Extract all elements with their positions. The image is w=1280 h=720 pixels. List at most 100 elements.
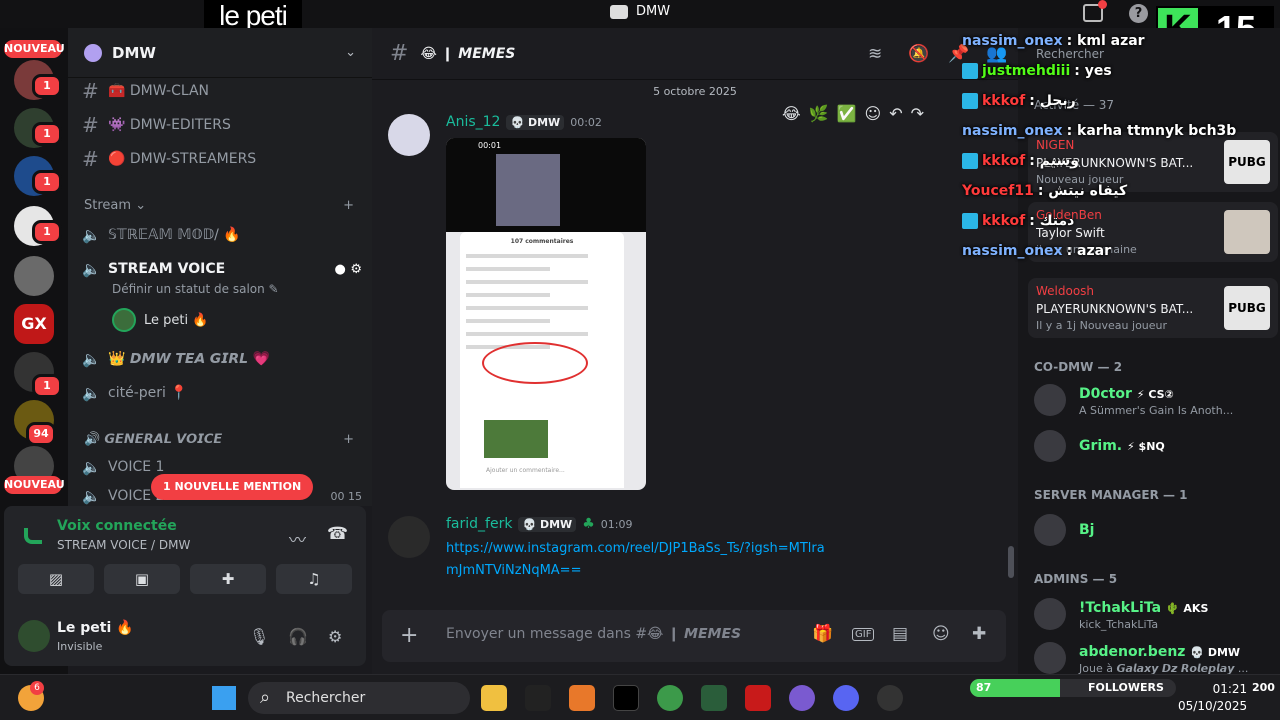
- guild-flower-icon: [84, 43, 102, 62]
- server-icon[interactable]: [14, 256, 54, 296]
- reply-icon[interactable]: ↶: [889, 104, 902, 123]
- gamepad-icon[interactable]: ✚: [972, 624, 986, 644]
- member-item[interactable]: Bj: [1034, 514, 1274, 556]
- noise-suppression-icon[interactable]: 〰: [289, 526, 306, 551]
- message-link[interactable]: https://www.instagram.com/reel/DJP1BaSs_…: [446, 538, 826, 582]
- category-general-voice[interactable]: 🔊 𝙂𝙀𝙉𝙀𝙍𝘼𝙇 𝙑𝙊𝙄𝘾𝙀 +: [84, 432, 354, 447]
- server-badge: 1: [32, 122, 62, 146]
- speaker-icon: 🔈: [82, 350, 101, 368]
- avatar[interactable]: [388, 114, 430, 156]
- activities-button[interactable]: ✚: [190, 564, 266, 594]
- voice-status-prompt[interactable]: Définir un statut de salon ✎: [112, 282, 279, 296]
- app-icon[interactable]: [569, 685, 595, 711]
- reaction-icon[interactable]: 🌿: [809, 104, 829, 123]
- app-icon[interactable]: [789, 685, 815, 711]
- voice-channel-item[interactable]: 🔈 👑 𝘿𝙈𝙒 𝙏𝙀𝘼 𝙂𝙄𝙍𝙇 💗: [82, 346, 362, 372]
- epic-games-icon[interactable]: [525, 685, 551, 711]
- channel-item[interactable]: # 👾 DMW-EDITERS: [82, 112, 362, 138]
- soundboard-icon: ♫: [307, 570, 321, 588]
- message-time: 00:02: [570, 115, 602, 129]
- voice-channel-active[interactable]: 🔈 STREAM VOICE ● ⚙: [82, 256, 362, 282]
- threads-icon[interactable]: ≋: [868, 44, 882, 64]
- comment-input: Ajouter un commentaire...: [486, 467, 565, 474]
- app-icon[interactable]: [745, 685, 771, 711]
- add-channel-icon[interactable]: +: [343, 432, 354, 447]
- avatar[interactable]: [18, 620, 50, 652]
- overlay-chat-user: Youcef11: [962, 183, 1034, 199]
- voice-channel-actions[interactable]: ● ⚙: [334, 262, 362, 277]
- microphone-icon[interactable]: 🎙: [249, 627, 269, 646]
- avatar[interactable]: [388, 516, 430, 558]
- overlay-chat-line: nassim_onex : azar: [962, 240, 1111, 262]
- voice-channel-name: 𝕊𝕋ℝ𝔼𝔸𝕄 𝕄𝕆𝔻/ 🔥: [108, 227, 241, 243]
- weather-badge: 6: [30, 681, 44, 695]
- voice-status[interactable]: Voix connectée: [57, 518, 177, 534]
- headphones-icon[interactable]: 🎧: [288, 627, 308, 646]
- channel-item[interactable]: # 🧰 DMW-CLAN: [82, 78, 362, 104]
- sticker-icon[interactable]: ▤: [892, 624, 908, 644]
- followers-goal: 200: [1252, 681, 1275, 694]
- guild-name: DMW: [112, 43, 156, 62]
- reaction-check-icon[interactable]: ✅: [837, 104, 857, 123]
- guild-header[interactable]: DMW ⌄: [68, 28, 372, 78]
- server-badge: 1: [32, 220, 62, 244]
- message-input[interactable]: [446, 626, 776, 642]
- chrome-icon[interactable]: [657, 685, 683, 711]
- reaction-laugh-icon[interactable]: 😂: [782, 104, 801, 123]
- category-stream[interactable]: Stream ⌄ +: [84, 198, 354, 213]
- soundboard-button[interactable]: ♫: [276, 564, 352, 594]
- add-attachment-icon[interactable]: +: [400, 623, 418, 648]
- file-explorer-icon[interactable]: [481, 685, 507, 711]
- comment-line: [466, 332, 588, 336]
- taskbar-search[interactable]: Rechercher: [248, 682, 470, 714]
- voice-user[interactable]: Le peti 🔥: [112, 308, 208, 332]
- app-icon[interactable]: [877, 685, 903, 711]
- discord-icon[interactable]: [833, 685, 859, 711]
- new-mention-pill[interactable]: 1 NOUVELLE MENTION: [151, 474, 314, 500]
- help-icon[interactable]: ?: [1129, 4, 1148, 23]
- screen-share-button[interactable]: ▣: [104, 564, 180, 594]
- nouveau-pill[interactable]: NOUVEAU: [4, 40, 65, 58]
- inbox-icon[interactable]: [1083, 0, 1107, 22]
- voice-channel-item[interactable]: 🔈 cité-peri 📍: [82, 380, 362, 406]
- avatar: [1034, 430, 1066, 462]
- camera-button[interactable]: ▨: [18, 564, 94, 594]
- forward-icon[interactable]: ↷: [911, 104, 924, 123]
- add-reaction-icon[interactable]: ☺: [865, 104, 882, 123]
- speaker-icon: 🔈: [82, 487, 101, 505]
- activity-card[interactable]: Weldoosh PLAYERUNKNOWN'S BAT... Il y a 1…: [1028, 278, 1278, 338]
- system-clock[interactable]: 01:21 05/10/2025: [1178, 681, 1247, 715]
- gx-games-server-icon[interactable]: GX: [14, 304, 54, 344]
- emoji-icon[interactable]: ☺: [932, 624, 950, 644]
- add-channel-icon[interactable]: +: [343, 198, 354, 213]
- comment-image: [484, 420, 548, 458]
- chevron-down-icon: ⌄: [135, 198, 147, 213]
- member-item[interactable]: D0ctor ⚡ CS② A Sümmer's Gain Is Anoth...: [1034, 384, 1274, 426]
- settings-gear-icon[interactable]: ⚙: [328, 627, 342, 646]
- gift-icon[interactable]: 🎁: [812, 624, 833, 644]
- nouveau-pill[interactable]: NOUVEAU: [4, 476, 65, 494]
- message-author[interactable]: farid_ferk: [446, 516, 512, 532]
- member-item[interactable]: !TchakLiTa 🌵 AKS kick_TchakLiTa: [1034, 598, 1274, 640]
- app-icon[interactable]: [701, 685, 727, 711]
- image-attachment[interactable]: 00:01 107 commentaires Ajouter un commen…: [446, 138, 646, 490]
- message-author[interactable]: Anis_12: [446, 114, 500, 130]
- overlay-chat-text: : yes: [1074, 63, 1112, 79]
- voice-channel-item[interactable]: 🔈 𝕊𝕋ℝ𝔼𝔸𝕄 𝕄𝕆𝔻/ 🔥: [82, 222, 362, 248]
- member-item[interactable]: Grim. ⚡ $NQ: [1034, 430, 1274, 472]
- gif-icon[interactable]: GIF: [852, 628, 875, 641]
- hash-icon: #: [82, 147, 99, 171]
- tiktok-icon[interactable]: [613, 685, 639, 711]
- channel-item[interactable]: # 🔴 DMW-STREAMERS: [82, 146, 362, 172]
- member-activity: Joue à 𝙂𝙖𝙡𝙖𝙭𝙮 𝘿𝙯 𝙍𝙤𝙡𝙚𝙥𝙡𝙖𝙮 ...: [1079, 662, 1249, 674]
- window-title: DMW: [610, 4, 670, 19]
- user-name[interactable]: Le peti 🔥: [57, 620, 134, 636]
- scrollbar-thumb[interactable]: [1008, 546, 1014, 578]
- windows-start-icon[interactable]: [212, 686, 236, 710]
- notification-mute-icon[interactable]: 🔕: [908, 44, 929, 64]
- overlay-chat-user: kkkof: [982, 213, 1026, 229]
- member-item[interactable]: abdenor.benz 💀 DMW Joue à 𝙂𝙖𝙡𝙖𝙭𝙮 𝘿𝙯 𝙍𝙤𝙡𝙚…: [1034, 642, 1274, 674]
- chat-area: # 😂 ❙ 𝙈𝙀𝙈𝙀𝙎 ≋ 🔕 📌 👥 5 octobre 2025 😂 🌿 ✅…: [372, 28, 1018, 674]
- signal-icon[interactable]: [24, 528, 42, 544]
- disconnect-icon[interactable]: ☎: [327, 524, 348, 544]
